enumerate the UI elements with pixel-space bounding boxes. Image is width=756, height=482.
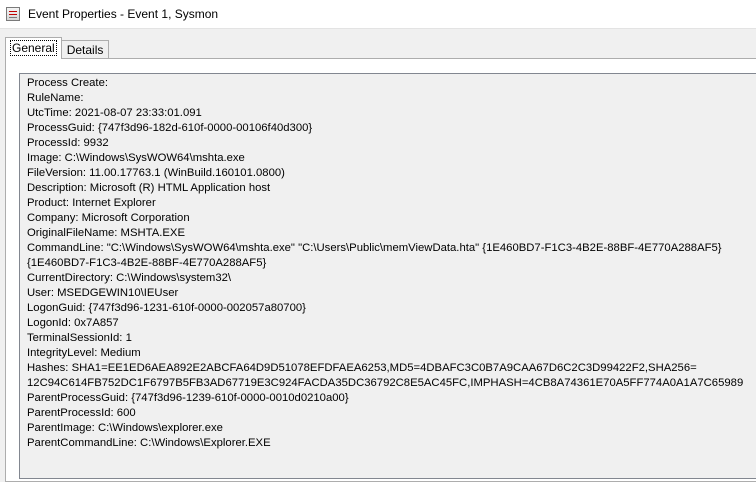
event-detail-line: Hashes: SHA1=EE1ED6AEA892E2ABCFA64D9D510… [27,362,697,374]
event-detail-line: ProcessId: 9932 [27,137,109,149]
event-detail-line: Image: C:\Windows\SysWOW64\mshta.exe [27,152,245,164]
event-detail-line: RuleName: [27,92,84,104]
event-detail-line: UtcTime: 2021-08-07 23:33:01.091 [27,107,202,119]
event-detail-line: ParentCommandLine: C:\Windows\Explorer.E… [27,437,271,449]
event-detail-line: ParentProcessId: 600 [27,407,136,419]
tab-details[interactable]: Details [60,40,110,59]
event-detail-line: LogonGuid: {747f3d96-1231-610f-0000-0020… [27,302,306,314]
event-detail-line: Process Create: [27,77,108,89]
title-bar: Event Properties - Event 1, Sysmon [0,0,756,28]
dialog-body: General Details Process Create: RuleName:… [0,28,756,482]
event-detail-line: Product: Internet Explorer [27,197,156,209]
event-detail-line: {1E460BD7-F1C3-4B2E-88BF-4E770A288AF5} [27,257,267,269]
event-description-box[interactable]: Process Create: RuleName: UtcTime: 2021-08… [19,73,756,479]
tab-general[interactable]: General [5,37,62,59]
event-detail-line: CurrentDirectory: C:\Windows\system32\ [27,272,232,284]
event-detail-line: FileVersion: 11.00.17763.1 (WinBuild.160… [27,167,285,179]
event-detail-line: ParentProcessGuid: {747f3d96-1239-610f-0… [27,392,349,404]
event-detail-line: Description: Microsoft (R) HTML Applicat… [27,182,271,194]
event-detail-line: TerminalSessionId: 1 [27,332,132,344]
event-detail-line: OriginalFileName: MSHTA.EXE [27,227,185,239]
event-detail-line: CommandLine: "C:\Windows\SysWOW64\mshta.… [27,242,722,254]
event-detail-line: LogonId: 0x7A857 [27,317,119,329]
event-description-text: Process Create: RuleName: UtcTime: 2021-08… [20,74,756,451]
event-viewer-icon [6,7,20,21]
event-detail-line: User: MSEDGEWIN10\IEUser [27,287,179,299]
event-detail-line: ProcessGuid: {747f3d96-182d-610f-0000-00… [27,122,313,134]
window-title: Event Properties - Event 1, Sysmon [28,7,219,21]
event-detail-line: Company: Microsoft Corporation [27,212,190,224]
event-detail-line: ParentImage: C:\Windows\explorer.exe [27,422,223,434]
tab-details-label: Details [66,43,104,57]
tab-general-label: General [10,40,57,56]
general-tab-panel: Process Create: RuleName: UtcTime: 2021-08… [5,58,756,482]
tab-strip: General Details [5,37,110,59]
event-detail-line: 12C94C614FB752DC1F6797B5FB3AD67719E3C924… [27,377,744,389]
event-detail-line: IntegrityLevel: Medium [27,347,141,359]
